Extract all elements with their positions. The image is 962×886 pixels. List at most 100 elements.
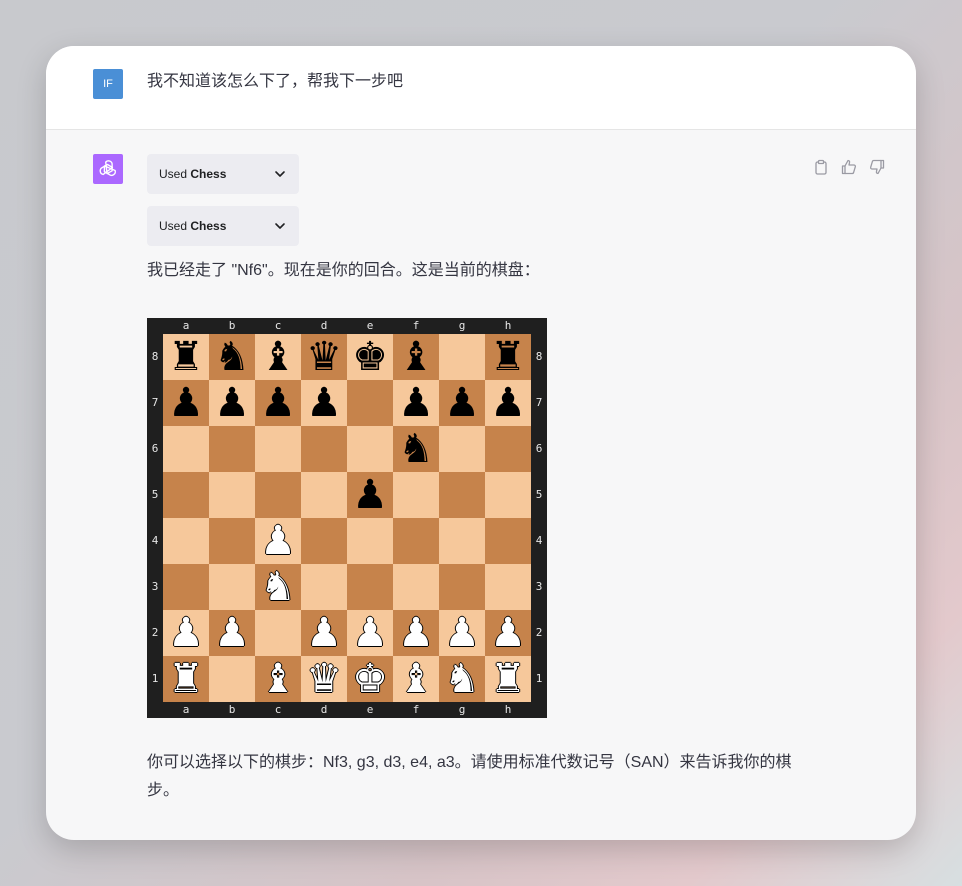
white-pawn-piece: ♟: [168, 610, 204, 656]
square-h1: ♜: [485, 656, 531, 702]
square-c6: [255, 426, 301, 472]
thumbs-up-button[interactable]: [840, 158, 858, 176]
square-e1: ♚: [347, 656, 393, 702]
white-pawn-piece: ♟: [352, 610, 388, 656]
square-e7: [347, 380, 393, 426]
rank-label-2: 2: [151, 626, 159, 639]
white-queen-piece: ♛: [306, 656, 342, 702]
closing-text-line-1: 你可以选择以下的棋步：Nf3, g3, d3, e4, a3。请使用标准代数记号…: [147, 754, 792, 771]
message-actions: [812, 158, 886, 176]
square-e2: ♟: [347, 610, 393, 656]
square-g4: [439, 518, 485, 564]
chevron-down-icon: [275, 223, 285, 229]
black-pawn-piece: ♟: [490, 380, 526, 426]
square-d3: [301, 564, 347, 610]
rank-label-8: 8: [151, 350, 159, 363]
black-queen-piece: ♛: [306, 334, 342, 380]
square-h7: ♟: [485, 380, 531, 426]
white-pawn-piece: ♟: [398, 610, 434, 656]
assistant-avatar: [93, 154, 123, 184]
square-h3: [485, 564, 531, 610]
rank-label-4: 4: [151, 534, 159, 547]
black-pawn-piece: ♟: [168, 380, 204, 426]
file-label-a: a: [182, 319, 190, 332]
file-label-d: d: [320, 703, 328, 716]
square-f7: ♟: [393, 380, 439, 426]
assistant-closing-text: 你可以选择以下的棋步：Nf3, g3, d3, e4, a3。请使用标准代数记号…: [147, 749, 792, 805]
plugin-call-toggle-1[interactable]: Used Chess: [147, 154, 299, 194]
black-knight-piece: ♞: [398, 426, 434, 472]
black-pawn-piece: ♟: [214, 380, 250, 426]
black-pawn-piece: ♟: [444, 380, 480, 426]
square-g5: [439, 472, 485, 518]
plugin-call-toggle-2[interactable]: Used Chess: [147, 206, 299, 246]
square-d4: [301, 518, 347, 564]
rank-label-7: 7: [535, 396, 543, 409]
square-f4: [393, 518, 439, 564]
file-label-f: f: [412, 703, 420, 716]
white-knight-piece: ♞: [444, 656, 480, 702]
square-d5: [301, 472, 347, 518]
square-e8: ♚: [347, 334, 393, 380]
thumbs-down-icon: [869, 159, 885, 175]
square-e6: [347, 426, 393, 472]
square-b8: ♞: [209, 334, 255, 380]
square-h2: ♟: [485, 610, 531, 656]
square-f8: ♝: [393, 334, 439, 380]
file-label-g: g: [458, 319, 466, 332]
square-b2: ♟: [209, 610, 255, 656]
square-b7: ♟: [209, 380, 255, 426]
copy-button[interactable]: [812, 158, 830, 176]
file-label-h: h: [504, 703, 512, 716]
square-d2: ♟: [301, 610, 347, 656]
square-c2: [255, 610, 301, 656]
file-label-e: e: [366, 319, 374, 332]
rank-label-3: 3: [151, 580, 159, 593]
chessboard-image: aabbccddeeffgghh8877665544332211 ♜ ♞ ♝ ♛ ♚ ♝ ♜…: [147, 318, 547, 718]
black-pawn-piece: ♟: [260, 380, 296, 426]
rank-label-1: 1: [535, 672, 543, 685]
plugin-prefix: Used: [159, 167, 188, 181]
square-f5: [393, 472, 439, 518]
rank-label-2: 2: [535, 626, 543, 639]
square-b1: [209, 656, 255, 702]
square-a2: ♟: [163, 610, 209, 656]
black-pawn-piece: ♟: [306, 380, 342, 426]
black-pawn-piece: ♟: [352, 472, 388, 518]
square-g1: ♞: [439, 656, 485, 702]
black-bishop-piece: ♝: [398, 334, 434, 380]
square-a1: ♜: [163, 656, 209, 702]
file-label-c: c: [274, 703, 282, 716]
square-c1: ♝: [255, 656, 301, 702]
square-a7: ♟: [163, 380, 209, 426]
file-label-h: h: [504, 319, 512, 332]
file-label-b: b: [228, 319, 236, 332]
user-avatar: IF: [93, 69, 123, 99]
square-g7: ♟: [439, 380, 485, 426]
square-e4: [347, 518, 393, 564]
square-b3: [209, 564, 255, 610]
square-c4: ♟: [255, 518, 301, 564]
white-pawn-piece: ♟: [260, 518, 296, 564]
square-g6: [439, 426, 485, 472]
square-a4: [163, 518, 209, 564]
square-e3: [347, 564, 393, 610]
white-rook-piece: ♜: [168, 656, 204, 702]
thumbs-up-icon: [841, 159, 857, 175]
white-king-piece: ♚: [352, 656, 388, 702]
thumbs-down-button[interactable]: [868, 158, 886, 176]
square-a8: ♜: [163, 334, 209, 380]
file-label-b: b: [228, 703, 236, 716]
square-c5: [255, 472, 301, 518]
file-label-g: g: [458, 703, 466, 716]
file-label-f: f: [412, 319, 420, 332]
square-f2: ♟: [393, 610, 439, 656]
square-b5: [209, 472, 255, 518]
square-d1: ♛: [301, 656, 347, 702]
square-d6: [301, 426, 347, 472]
white-pawn-piece: ♟: [490, 610, 526, 656]
square-f1: ♝: [393, 656, 439, 702]
square-h4: [485, 518, 531, 564]
closing-text-line-2: 步。: [147, 782, 180, 799]
user-message-row: IF 我不知道该怎么下了，帮我下一步吧: [46, 46, 916, 130]
